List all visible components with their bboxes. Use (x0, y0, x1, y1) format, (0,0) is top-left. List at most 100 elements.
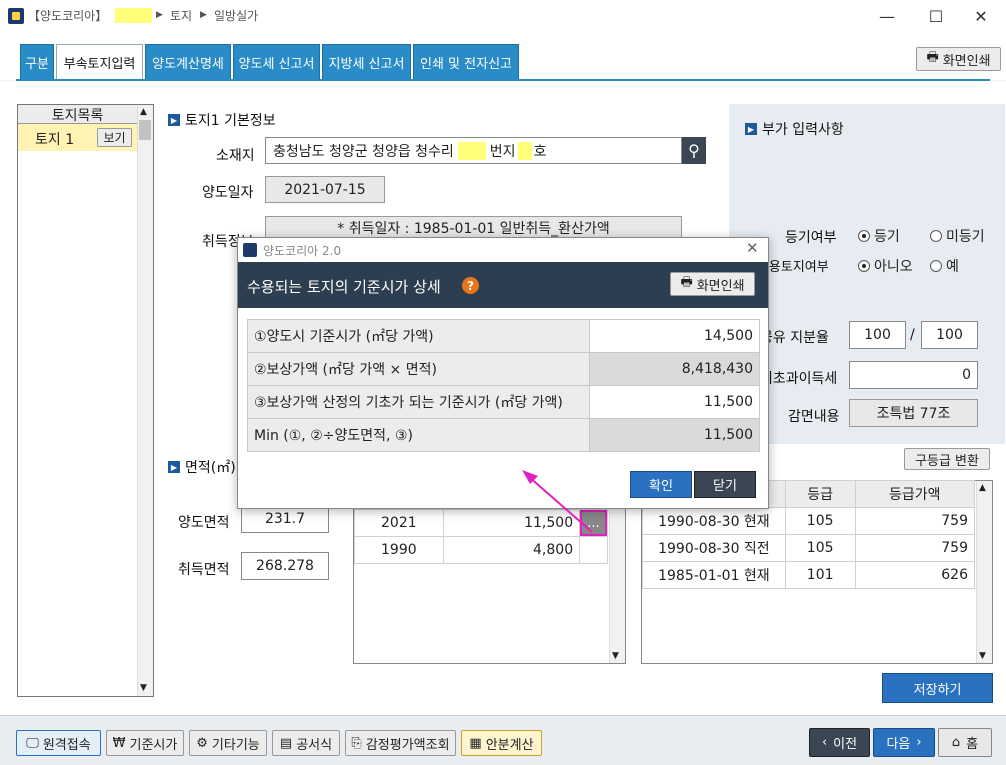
bullet-icon: ▶ (168, 114, 180, 126)
dialog-ok-button[interactable]: 확인 (630, 471, 692, 498)
grade-header-grade: 등급 (784, 480, 856, 508)
home-button[interactable]: ⌂ 홈 (938, 728, 992, 757)
radio-business-no[interactable]: 아니오 (858, 256, 913, 276)
radio-business-no-label: 아니오 (874, 259, 913, 275)
save-button[interactable]: 저장하기 (882, 673, 993, 703)
radio-unregistered-label: 미등기 (946, 229, 985, 245)
scroll-up-icon[interactable]: ▲ (140, 107, 147, 117)
chevron-left-icon: ‹ (821, 735, 828, 750)
home-label: 홈 (966, 737, 979, 752)
dialog-close-icon[interactable]: ✕ (746, 239, 759, 257)
acquisition-area-field[interactable]: 268.278 (241, 552, 329, 580)
land-list-scrollbar[interactable] (137, 105, 153, 696)
excess-gain-tax-field[interactable]: 0 (849, 361, 978, 389)
radio-selected-icon (858, 260, 870, 272)
document-icon: ▤ (279, 735, 293, 751)
screen-print-label: 화면인쇄 (942, 53, 991, 69)
tab-print-efile[interactable]: 인쇄 및 전자신고 (413, 44, 519, 80)
scroll-up-icon[interactable]: ▲ (979, 483, 986, 493)
price-value-cell: 4,800 (442, 536, 581, 564)
search-icon[interactable]: ⚲ (682, 137, 706, 164)
table-row[interactable]: 1990-08-30 현재 105 759 (642, 507, 976, 535)
acquisition-area-label: 취득면적 (178, 562, 230, 578)
dialog-print-button[interactable]: 🖶 화면인쇄 (670, 272, 755, 296)
breadcrumb-type: 일방실가 (214, 9, 259, 23)
breadcrumb-arrow-icon: ▶ (156, 10, 163, 20)
tab-local-tax-report[interactable]: 지방세 신고서 (322, 44, 411, 80)
dialog-row-value: 11,500 (589, 418, 760, 452)
grade-table-scrollbar[interactable] (976, 481, 992, 663)
scroll-down-icon[interactable]: ▼ (979, 651, 986, 661)
radio-unregistered[interactable]: 미등기 (930, 226, 985, 246)
table-row: ①양도시 기준시가 (㎡당 가액) 14,500 (247, 319, 760, 353)
minimize-button[interactable]: — (864, 0, 910, 32)
appraisal-lookup-button[interactable]: ⎘ 감정평가액조회 (345, 730, 456, 756)
other-functions-button[interactable]: ⚙ 기타기능 (189, 730, 267, 756)
transfer-area-label: 양도면적 (178, 515, 230, 531)
grade-cell: 105 (784, 534, 856, 562)
other-functions-label: 기타기능 (211, 737, 260, 753)
view-land-button[interactable]: 보기 (97, 128, 132, 147)
registration-label: 등기여부 (785, 230, 837, 246)
transfer-area-field[interactable]: 231.7 (241, 505, 329, 533)
dialog-row-label: ③보상가액 산정의 기초가 되는 기준시가 (㎡당 가액) (247, 385, 590, 419)
printer-icon: 🖶 (680, 275, 693, 290)
dialog-row-value: 8,418,430 (589, 352, 760, 386)
grade-value-cell: 759 (854, 534, 976, 562)
grade-cell: 105 (784, 507, 856, 535)
app-logo-icon (243, 243, 257, 257)
reduction-field[interactable]: 조특법 77조 (849, 399, 978, 427)
remote-access-button[interactable]: 🖵 원격접속 (16, 730, 101, 756)
share-ratio-label: 공유 지분율 (760, 330, 829, 346)
location-field[interactable]: 충청남도 청양군 청양읍 청수리 번지 호 (265, 137, 682, 164)
scroll-down-icon[interactable]: ▼ (612, 651, 619, 661)
remote-access-label: 원격접속 (42, 737, 91, 753)
dialog-row-label: ①양도시 기준시가 (㎡당 가액) (247, 319, 590, 353)
app-logo-icon (8, 8, 24, 24)
standard-price-button[interactable]: ₩ 기준시가 (106, 730, 184, 756)
screen-print-button[interactable]: 🖶 화면인쇄 (916, 47, 1001, 71)
table-row[interactable]: 1990 4,800 (354, 536, 608, 564)
tab-attached-land[interactable]: 부속토지입력 (56, 44, 143, 80)
apportion-calc-button[interactable]: ▦ 안분계산 (461, 730, 542, 756)
tab-transfer-calc[interactable]: 양도계산명세 (145, 44, 231, 80)
share-numerator-field[interactable]: 100 (849, 321, 906, 349)
transfer-date-field[interactable]: 2021-07-15 (265, 176, 385, 203)
grade-value-cell: 626 (854, 561, 976, 589)
forms-button[interactable]: ▤ 공서식 (272, 730, 340, 756)
tab-category[interactable]: 구분 (20, 44, 54, 80)
gear-icon: ⚙ (196, 735, 208, 751)
grade-header-value: 등급가액 (854, 480, 976, 508)
table-row[interactable]: 1985-01-01 현재 101 626 (642, 561, 976, 589)
share-separator: / (910, 327, 915, 343)
share-denominator-field[interactable]: 100 (921, 321, 978, 349)
radio-business-yes[interactable]: 예 (930, 256, 959, 276)
help-icon[interactable]: ? (462, 277, 479, 294)
dialog-window-title: 양도코리아 2.0 (263, 244, 342, 258)
table-row: ②보상가액 (㎡당 가액 × 면적) 8,418,430 (247, 352, 760, 386)
maximize-button[interactable]: ☐ (913, 0, 959, 32)
prev-button[interactable]: ‹ 이전 (809, 728, 870, 757)
printer-icon: 🖶 (926, 50, 939, 65)
area-title: ▶ 면적(㎡) (168, 457, 236, 477)
monitor-icon: 🖵 (26, 735, 39, 751)
table-row[interactable]: 1990-08-30 직전 105 759 (642, 534, 976, 562)
radio-registered[interactable]: 등기 (858, 226, 900, 246)
table-row: ③보상가액 산정의 기초가 되는 기준시가 (㎡당 가액) 11,500 (247, 385, 760, 419)
next-label: 다음 (886, 737, 911, 752)
standard-price-label: 기준시가 (129, 737, 178, 753)
scroll-down-icon[interactable]: ▼ (140, 683, 147, 693)
bullet-icon: ▶ (745, 123, 757, 135)
dialog-close-button[interactable]: 닫기 (694, 471, 756, 498)
old-grade-convert-button[interactable]: 구등급 변환 (904, 448, 990, 470)
dialog-row-label: ②보상가액 (㎡당 가액 × 면적) (247, 352, 590, 386)
scroll-thumb[interactable] (139, 120, 151, 140)
tab-transfer-tax-report[interactable]: 양도세 신고서 (233, 44, 320, 80)
grade-date-cell: 1990-08-30 현재 (642, 507, 786, 535)
next-button[interactable]: 다음 › (873, 728, 935, 757)
redacted-mark (115, 8, 152, 23)
radio-selected-icon (858, 230, 870, 242)
apportion-calc-label: 안분계산 (485, 737, 534, 753)
close-window-button[interactable]: ✕ (958, 0, 1004, 32)
grade-date-cell: 1985-01-01 현재 (642, 561, 786, 589)
